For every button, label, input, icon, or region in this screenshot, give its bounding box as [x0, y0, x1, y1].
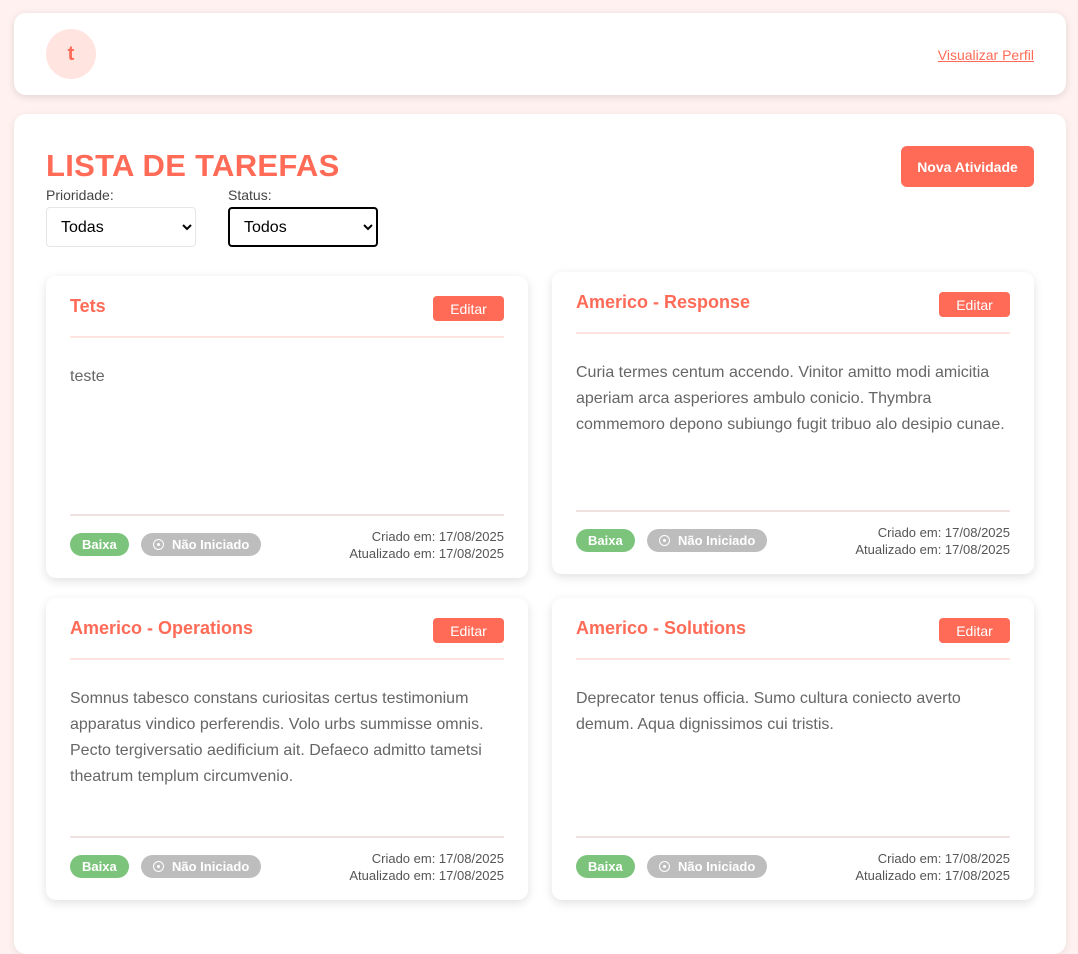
top-bar: t Visualizar Perfil	[14, 13, 1066, 95]
divider	[70, 514, 504, 516]
status-filter: Status: Todos	[228, 187, 378, 247]
status-text: Não Iniciado	[172, 859, 250, 874]
task-title: Americo - Response	[576, 292, 751, 312]
status-filter-label: Status:	[228, 187, 272, 203]
updated-date: Atualizado em: 17/08/2025	[855, 542, 1010, 557]
task-dates: Criado em: 17/08/2025 Atualizado em: 17/…	[855, 524, 1010, 558]
edit-button[interactable]: Editar	[939, 292, 1010, 317]
task-dates: Criado em: 17/08/2025 Atualizado em: 17/…	[349, 528, 504, 562]
priority-badge: Baixa	[576, 529, 635, 552]
created-date: Criado em: 17/08/2025	[877, 525, 1010, 540]
task-card: Tets Editar teste Baixa Não Iniciado Cri…	[46, 276, 528, 578]
created-date: Criado em: 17/08/2025	[371, 851, 504, 866]
task-description: teste	[70, 368, 105, 385]
divider	[576, 836, 1010, 838]
task-description: Deprecator tenus officia. Sumo cultura c…	[576, 690, 961, 733]
edit-button[interactable]: Editar	[433, 296, 504, 321]
task-title: Americo - Solutions	[576, 618, 747, 638]
status-badge: Não Iniciado	[141, 533, 262, 556]
avatar[interactable]: t	[46, 29, 96, 79]
task-description: Somnus tabesco constans curiositas certu…	[70, 690, 484, 785]
edit-button[interactable]: Editar	[939, 618, 1010, 643]
priority-filter: Prioridade: Todas	[46, 187, 196, 247]
divider	[576, 658, 1010, 660]
status-circle-icon	[153, 861, 164, 872]
view-profile-link[interactable]: Visualizar Perfil	[938, 47, 1034, 63]
status-badge: Não Iniciado	[647, 855, 768, 878]
task-title: Americo - Operations	[70, 618, 254, 638]
updated-date: Atualizado em: 17/08/2025	[349, 546, 504, 561]
divider	[70, 658, 504, 660]
status-circle-icon	[153, 539, 164, 550]
status-text: Não Iniciado	[678, 859, 756, 874]
status-circle-icon	[659, 535, 670, 546]
updated-date: Atualizado em: 17/08/2025	[349, 868, 504, 883]
task-card: Americo - Operations Editar Somnus tabes…	[46, 598, 528, 900]
task-dates: Criado em: 17/08/2025 Atualizado em: 17/…	[349, 850, 504, 884]
task-dates: Criado em: 17/08/2025 Atualizado em: 17/…	[855, 850, 1010, 884]
updated-date: Atualizado em: 17/08/2025	[855, 868, 1010, 883]
divider	[576, 510, 1010, 512]
priority-badge: Baixa	[70, 533, 129, 556]
status-badge: Não Iniciado	[647, 529, 768, 552]
page-title: LISTA DE TAREFAS	[46, 148, 340, 183]
status-badge: Não Iniciado	[141, 855, 262, 878]
new-activity-button[interactable]: Nova Atividade	[901, 146, 1034, 187]
task-card: Americo - Response Editar Curia termes c…	[552, 272, 1034, 574]
task-list-panel: LISTA DE TAREFAS Nova Atividade Priorida…	[14, 114, 1066, 954]
divider	[576, 332, 1010, 334]
priority-filter-label: Prioridade:	[46, 187, 114, 203]
status-circle-icon	[659, 861, 670, 872]
task-description: Curia termes centum accendo. Vinitor ami…	[576, 364, 1005, 433]
priority-badge: Baixa	[576, 855, 635, 878]
status-text: Não Iniciado	[678, 533, 756, 548]
created-date: Criado em: 17/08/2025	[371, 529, 504, 544]
status-text: Não Iniciado	[172, 537, 250, 552]
priority-badge: Baixa	[70, 855, 129, 878]
divider	[70, 836, 504, 838]
task-card: Americo - Solutions Editar Deprecator te…	[552, 598, 1034, 900]
task-title: Tets	[70, 296, 106, 316]
edit-button[interactable]: Editar	[433, 618, 504, 643]
created-date: Criado em: 17/08/2025	[877, 851, 1010, 866]
divider	[70, 336, 504, 338]
priority-select[interactable]: Todas	[46, 207, 196, 247]
status-select[interactable]: Todos	[228, 207, 378, 247]
